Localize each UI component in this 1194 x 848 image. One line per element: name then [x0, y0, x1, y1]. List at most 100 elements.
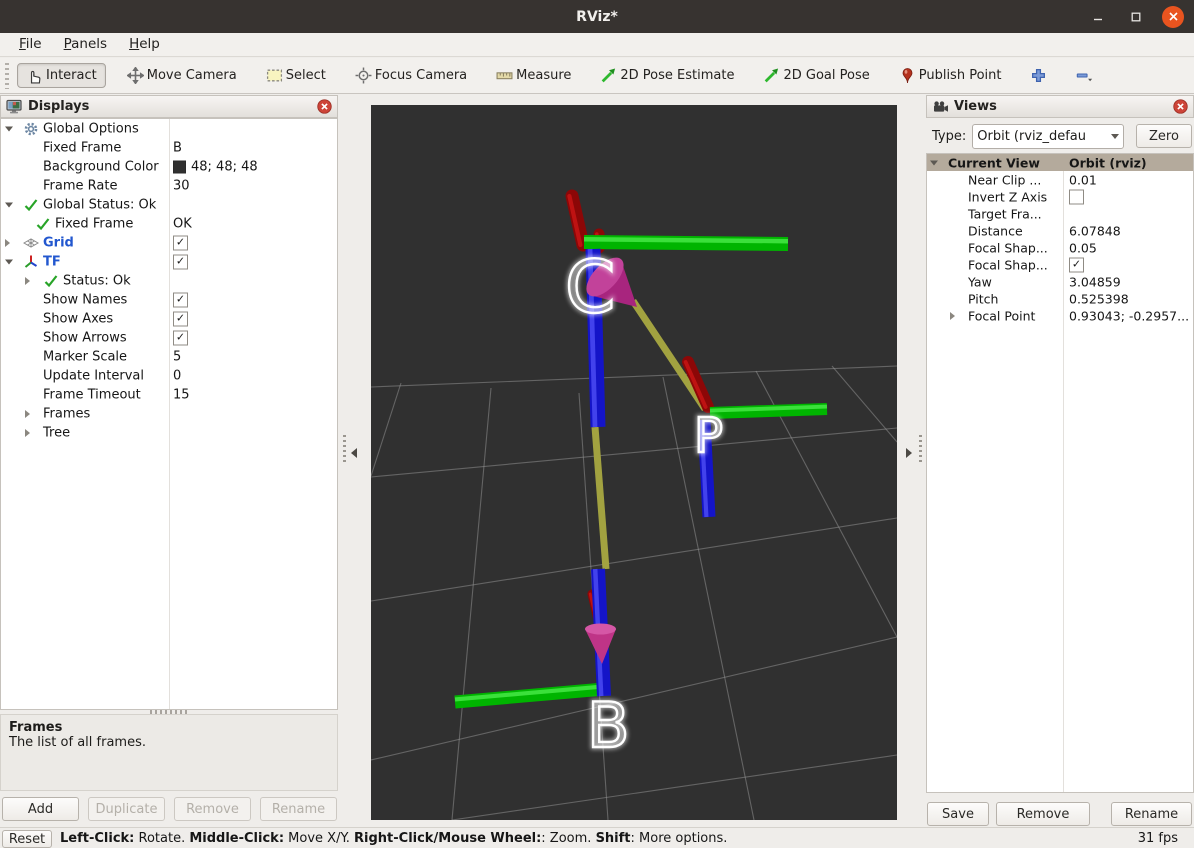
3d-viewport[interactable]: CCPPBB [371, 105, 897, 820]
expander-right-icon[interactable] [5, 239, 10, 247]
displays-row-show-arrows[interactable]: Show Arrows✓ [1, 328, 337, 347]
remove-button[interactable]: Remove [174, 797, 251, 821]
expander-down-icon[interactable] [5, 126, 13, 131]
tool-interact[interactable]: Interact [17, 63, 106, 88]
tf-icon [23, 254, 39, 270]
views-property-label: Invert Z Axis [968, 189, 1047, 204]
minimize-icon[interactable] [1086, 5, 1110, 29]
reset-button[interactable]: Reset [2, 830, 52, 848]
tool-minus-icon[interactable] [1068, 64, 1101, 87]
views-property-value[interactable]: 0.93043; -0.2957... [1069, 308, 1189, 323]
divider-handle-dots[interactable] [919, 435, 922, 465]
zero-button[interactable]: Zero [1136, 124, 1192, 148]
displays-row-tree[interactable]: Tree [1, 423, 337, 442]
expander-down-icon[interactable] [5, 259, 13, 264]
3d-scene[interactable]: CCPPBB [371, 105, 897, 820]
views-row-yaw[interactable]: Yaw3.04859 [927, 273, 1193, 290]
displays-row-fixed-frame[interactable]: Fixed FrameOK [1, 214, 337, 233]
left-panel-divider[interactable] [338, 95, 371, 827]
divider-handle-dots[interactable] [343, 435, 346, 465]
displays-row-fixed-frame[interactable]: Fixed FrameB [1, 138, 337, 157]
displays-property-value[interactable]: 15 [173, 387, 190, 402]
tool-publish-point[interactable]: Publish Point [891, 64, 1010, 87]
displays-row-tf[interactable]: TF✓ [1, 252, 337, 271]
save-button[interactable]: Save [927, 802, 989, 826]
menu-item-panels[interactable]: Panels [53, 33, 118, 56]
displays-row-show-names[interactable]: Show Names✓ [1, 290, 337, 309]
displays-property-value[interactable]: B [173, 140, 182, 155]
views-row-invert-z-axis[interactable]: Invert Z Axis [927, 188, 1193, 205]
checkbox[interactable]: ✓ [1069, 257, 1084, 272]
views-row-current-view[interactable]: Current ViewOrbit (rviz) [927, 154, 1193, 171]
views-row-focal-shap[interactable]: Focal Shap...✓ [927, 256, 1193, 273]
displays-property-value[interactable]: OK [173, 216, 192, 231]
views-property-value[interactable]: 0.01 [1069, 172, 1097, 187]
panel-close-icon[interactable] [317, 99, 332, 114]
checkbox[interactable]: ✓ [173, 311, 188, 326]
displays-property-value[interactable]: 0 [173, 368, 181, 383]
displays-row-update-interval[interactable]: Update Interval0 [1, 366, 337, 385]
tool-2d-pose-estimate[interactable]: 2D Pose Estimate [592, 64, 742, 87]
color-swatch[interactable] [173, 160, 186, 173]
expander-right-icon[interactable] [25, 410, 30, 418]
close-icon[interactable] [1162, 6, 1184, 28]
expander-right-icon[interactable] [25, 277, 30, 285]
views-property-value[interactable]: 3.04859 [1069, 274, 1121, 289]
checkbox[interactable]: ✓ [173, 330, 188, 345]
views-row-target-fra[interactable]: Target Fra... [927, 205, 1193, 222]
remove-button[interactable]: Remove [996, 802, 1090, 826]
menu-item-help[interactable]: Help [118, 33, 171, 56]
views-row-near-clip[interactable]: Near Clip ...0.01 [927, 171, 1193, 188]
views-property-value[interactable]: 6.07848 [1069, 223, 1121, 238]
expander-right-icon[interactable] [25, 429, 30, 437]
checkbox[interactable] [1069, 189, 1084, 204]
tool-plus-icon[interactable] [1022, 64, 1055, 87]
toolbar-drag-handle[interactable] [5, 63, 9, 89]
menu-item-file[interactable]: File [8, 33, 53, 56]
displays-row-grid[interactable]: Grid✓ [1, 233, 337, 252]
displays-row-marker-scale[interactable]: Marker Scale5 [1, 347, 337, 366]
checkbox[interactable]: ✓ [173, 292, 188, 307]
views-panel-title: Views [954, 99, 997, 114]
right-panel-divider[interactable] [897, 95, 926, 827]
view-type-select[interactable]: Orbit (rviz_defau [972, 124, 1124, 149]
tool-measure[interactable]: Measure [488, 64, 579, 87]
expander-down-icon[interactable] [930, 160, 938, 165]
expander-right-icon[interactable] [950, 312, 955, 320]
displays-property-value[interactable]: 48; 48; 48 [191, 159, 258, 174]
views-row-focal-shap[interactable]: Focal Shap...0.05 [927, 239, 1193, 256]
views-property-value[interactable]: Orbit (rviz) [1069, 155, 1147, 170]
displays-row-frames[interactable]: Frames [1, 404, 337, 423]
views-row-focal-point[interactable]: Focal Point0.93043; -0.2957... [927, 307, 1193, 324]
checkbox[interactable]: ✓ [173, 254, 188, 269]
displays-row-background-color[interactable]: Background Color48; 48; 48 [1, 157, 337, 176]
displays-property-value[interactable]: 30 [173, 178, 190, 193]
views-property-value[interactable]: 0.525398 [1069, 291, 1129, 306]
expander-down-icon[interactable] [5, 202, 13, 207]
displays-property-value[interactable]: 5 [173, 349, 181, 364]
displays-row-global-status-ok[interactable]: Global Status: Ok [1, 195, 337, 214]
add-button[interactable]: Add [2, 797, 79, 821]
tool-select[interactable]: Select [258, 64, 334, 87]
displays-row-frame-rate[interactable]: Frame Rate30 [1, 176, 337, 195]
collapse-right-icon[interactable] [906, 448, 912, 458]
views-row-pitch[interactable]: Pitch0.525398 [927, 290, 1193, 307]
status-bar: Reset Left-Click: Rotate. Middle-Click: … [0, 827, 1194, 848]
displays-row-global-options[interactable]: Global Options [1, 119, 337, 138]
duplicate-button[interactable]: Duplicate [88, 797, 165, 821]
checkbox[interactable]: ✓ [173, 235, 188, 250]
tool-2d-goal-pose[interactable]: 2D Goal Pose [755, 64, 877, 87]
displays-row-status-ok[interactable]: Status: Ok [1, 271, 337, 290]
displays-panel-title: Displays [28, 99, 89, 114]
rename-button[interactable]: Rename [260, 797, 337, 821]
views-row-distance[interactable]: Distance6.07848 [927, 222, 1193, 239]
views-property-value[interactable]: 0.05 [1069, 240, 1097, 255]
tool-focus-camera[interactable]: Focus Camera [347, 64, 475, 87]
tool-move-camera[interactable]: Move Camera [119, 64, 245, 87]
displays-row-frame-timeout[interactable]: Frame Timeout15 [1, 385, 337, 404]
rename-button[interactable]: Rename [1111, 802, 1192, 826]
collapse-left-icon[interactable] [351, 448, 357, 458]
displays-row-show-axes[interactable]: Show Axes✓ [1, 309, 337, 328]
panel-close-icon[interactable] [1173, 99, 1188, 114]
maximize-icon[interactable] [1124, 5, 1148, 29]
